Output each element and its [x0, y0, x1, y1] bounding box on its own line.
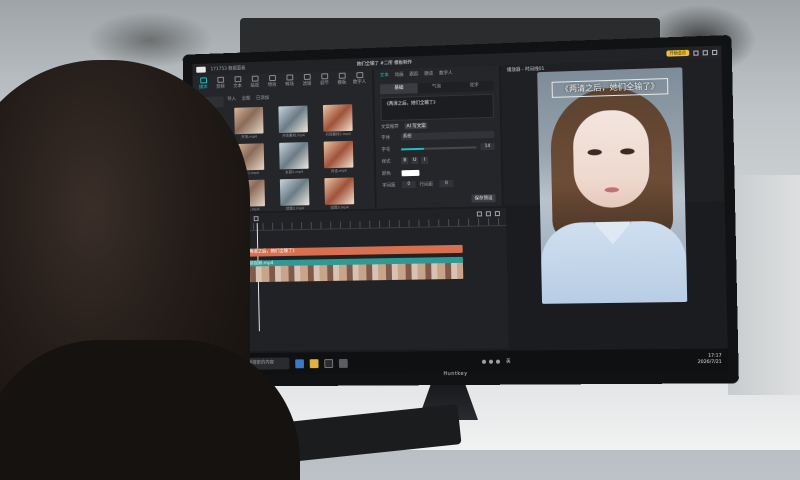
ai-row: 文案推荐 AI 写文案	[381, 121, 494, 130]
tool-transition[interactable]: 转场	[283, 74, 297, 88]
clip-thumbnail	[279, 142, 309, 170]
media-clip[interactable]: 结尾2.mp4	[273, 178, 316, 212]
tool-media[interactable]: 媒体	[196, 77, 210, 91]
import-button[interactable]: 导入	[227, 96, 236, 104]
side-monitor	[728, 175, 800, 405]
copy-suggest-button[interactable]: 文案推荐	[381, 124, 399, 130]
folder-icon[interactable]	[309, 358, 319, 368]
monitor-brand: Huntkey	[443, 370, 468, 378]
size-input[interactable]: 14	[480, 142, 495, 151]
tray-icon[interactable]	[481, 359, 487, 364]
clip-thumbnail	[324, 177, 355, 205]
preview-face	[572, 109, 651, 209]
media-clip[interactable]: 女孩2.mp4	[272, 142, 315, 176]
save-preset-button[interactable]: 保存预设	[471, 194, 496, 203]
tool-text[interactable]: 文本	[231, 76, 245, 90]
tab-tracking[interactable]: 跟踪	[409, 71, 418, 77]
minimize-icon[interactable]	[693, 49, 699, 56]
video-editor-screen: 171753 数据面板 她们全输了 #二所 模板制作 开始会员 媒体 音频 文本…	[192, 45, 729, 375]
sticker-icon	[251, 75, 259, 82]
tool-digital-human[interactable]: 数字人	[352, 72, 366, 86]
settings-icon[interactable]	[338, 358, 348, 368]
text-clip[interactable]: 《两清之后，她们全输了》	[241, 244, 463, 257]
app-logo	[196, 66, 206, 73]
zoom-icon[interactable]	[494, 210, 500, 216]
video-preview[interactable]: 《两清之后，她们全输了》	[537, 67, 688, 304]
subtab-fancy[interactable]: 花字	[455, 81, 493, 92]
style-row: 样式 B U I	[382, 154, 495, 166]
video-filmstrip	[242, 262, 464, 283]
snap-icon[interactable]	[485, 210, 491, 216]
italic-button[interactable]: I	[421, 156, 429, 164]
text-subtabs: 基础 气泡 花字	[380, 80, 494, 95]
tool-adjust[interactable]: 调节	[317, 73, 331, 87]
letter-spacing-input[interactable]: 0	[401, 180, 416, 189]
crop-icon[interactable]	[253, 215, 259, 221]
clip-thumbnail	[278, 105, 308, 134]
clock[interactable]: 17:17 2026/7/21	[698, 354, 722, 366]
size-row: 字号 14	[381, 142, 495, 154]
color-swatch[interactable]	[401, 169, 420, 176]
filter-all[interactable]: 全部	[242, 96, 251, 104]
tab-text[interactable]: 文本	[380, 72, 389, 78]
ime-indicator[interactable]: 英	[506, 359, 511, 365]
video-clip[interactable]: 女孩视频.mp4	[242, 256, 464, 283]
media-header: 导入 全部 已添加	[227, 92, 366, 104]
transition-icon	[285, 74, 293, 81]
player-panel: 播放器 - 时间线01 《两清之后，她们全输了》 00:00:15:27 00:…	[500, 57, 725, 374]
spacing-row: 字间距 0 行间距 0	[382, 178, 495, 190]
filter-icon	[303, 73, 311, 80]
edge-icon[interactable]	[295, 358, 305, 368]
media-icon	[199, 77, 207, 84]
media-clip[interactable]: 开场素材2.mp4	[316, 104, 360, 138]
filter-added[interactable]: 已添加	[256, 95, 269, 103]
clip-thumbnail	[323, 140, 354, 169]
project-tab[interactable]: 171753 数据面板	[210, 65, 245, 72]
media-clip[interactable]: 对话.mp4	[317, 140, 361, 175]
audio-icon	[216, 76, 224, 83]
font-row: 字体 系统	[381, 130, 495, 142]
system-tray	[481, 359, 501, 364]
color-row: 颜色	[382, 166, 495, 178]
tray-icon[interactable]	[488, 359, 494, 364]
size-slider[interactable]	[401, 145, 477, 150]
tab-digital-human[interactable]: 数字人	[439, 70, 453, 76]
bold-button[interactable]: B	[401, 157, 409, 165]
subtab-basic[interactable]: 基础	[380, 83, 418, 95]
line-spacing-input[interactable]: 0	[439, 180, 454, 188]
font-select[interactable]: 系统	[400, 130, 495, 141]
template-icon	[338, 72, 346, 79]
maximize-icon[interactable]	[702, 49, 708, 55]
tool-audio[interactable]: 音频	[214, 76, 228, 91]
text-properties-panel: 文本 动画 跟踪 朗读 数字人 基础 气泡 花字 《两清之后，她们全输了》 文案…	[373, 65, 502, 209]
media-clip[interactable]: 开场素材.mp4	[272, 105, 315, 139]
adjust-icon	[320, 73, 328, 80]
monitor: 171753 数据面板 她们全输了 #二所 模板制作 开始会员 媒体 音频 文本…	[182, 34, 739, 387]
tray-icon[interactable]	[495, 359, 501, 364]
text-icon	[234, 76, 241, 83]
clip-thumbnail	[322, 104, 353, 132]
tool-filter[interactable]: 滤镜	[300, 73, 314, 88]
digital-human-icon	[355, 72, 363, 79]
tab-read-aloud[interactable]: 朗读	[424, 71, 433, 77]
tool-sticker[interactable]: 贴纸	[248, 75, 262, 89]
tab-animation[interactable]: 动画	[395, 72, 404, 78]
close-icon[interactable]	[711, 49, 718, 55]
clip-thumbnail	[234, 106, 264, 135]
ai-write-button[interactable]: AI 写文案	[404, 122, 428, 130]
clip-thumbnail	[279, 178, 310, 206]
tool-effects[interactable]: 特效	[265, 75, 279, 89]
editor-app-icon[interactable]	[324, 358, 334, 368]
tool-template[interactable]: 模板	[335, 72, 349, 87]
media-clip[interactable]: 结尾3.mp4	[318, 177, 362, 211]
subtitle-caption[interactable]: 《两清之后，她们全输了》	[551, 78, 669, 98]
effects-icon	[268, 75, 276, 82]
subtab-bubble[interactable]: 气泡	[418, 82, 456, 93]
record-icon[interactable]	[476, 210, 482, 217]
vip-button[interactable]: 开始会员	[666, 49, 690, 57]
project-title: 她们全输了 #二所 模板制作	[356, 60, 412, 68]
text-content-field[interactable]: 《两清之后，她们全输了》	[380, 93, 494, 122]
underline-button[interactable]: U	[411, 156, 419, 165]
